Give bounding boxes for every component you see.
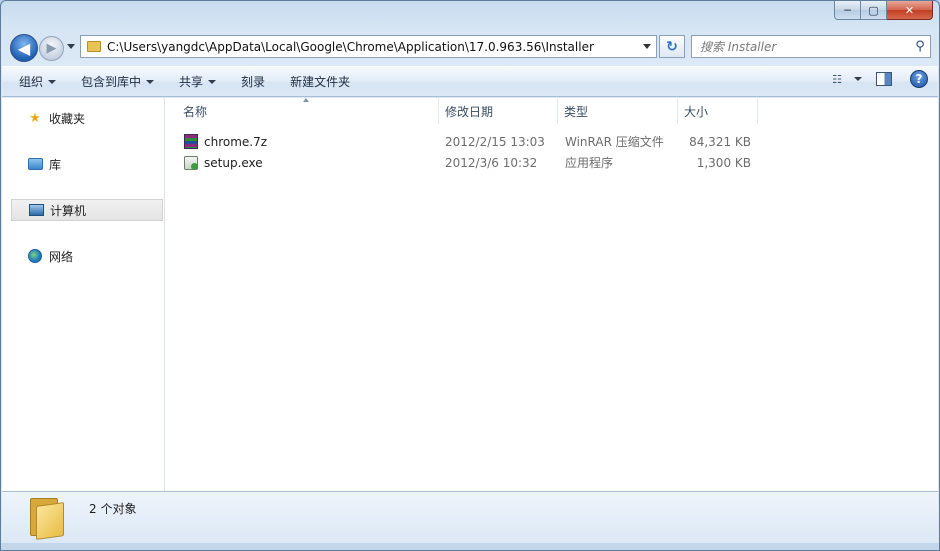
sidebar-item-label: 计算机 — [50, 203, 87, 218]
column-name-label: 名称 — [183, 104, 208, 119]
search-icon[interactable]: ⚲ — [910, 36, 930, 57]
file-size: 84,321 KB — [689, 134, 751, 149]
computer-icon — [28, 202, 44, 218]
column-date-label: 修改日期 — [445, 104, 494, 119]
sort-ascending-icon — [303, 98, 309, 102]
chevron-down-icon — [48, 79, 57, 84]
column-type-label: 类型 — [564, 104, 589, 119]
back-button[interactable]: ◀ — [10, 34, 38, 62]
sidebar-item-network[interactable]: 网络 — [11, 245, 163, 267]
explorer-window: ─ ▢ ✕ ◀ ▶ C:\Users\yangdc\AppData\Local\… — [0, 0, 940, 551]
folder-icon — [28, 498, 64, 540]
sidebar-item-label: 网络 — [49, 249, 74, 264]
file-date: 2012/2/15 13:03 — [445, 134, 545, 149]
column-header-name[interactable]: 名称 — [166, 98, 439, 124]
setup-exe-icon — [183, 155, 199, 171]
include-in-library-label: 包含到库中 — [81, 75, 142, 89]
file-type: 应用程序 — [565, 156, 614, 170]
preview-pane-icon[interactable] — [876, 72, 892, 86]
toolbar-right: ☷ ? — [828, 70, 928, 88]
help-icon[interactable]: ? — [910, 70, 928, 88]
column-size-label: 大小 — [684, 104, 709, 119]
file-size: 1,300 KB — [696, 155, 751, 170]
caption-buttons: ─ ▢ ✕ — [834, 1, 933, 21]
search-box[interactable]: ⚲ — [691, 35, 931, 58]
command-toolbar: 组织 包含到库中 共享 刻录 新建文件夹 ☷ ? — [2, 66, 938, 97]
new-folder-label: 新建文件夹 — [290, 75, 351, 89]
file-date: 2012/3/6 10:32 — [445, 155, 538, 170]
network-icon — [27, 248, 43, 264]
sidebar-item-label: 库 — [49, 157, 62, 172]
sidebar-item-favorites[interactable]: ★ 收藏夹 — [11, 107, 163, 129]
address-bar[interactable]: C:\Users\yangdc\AppData\Local\Google\Chr… — [80, 35, 657, 58]
sidebar-item-label: 收藏夹 — [49, 111, 86, 126]
search-input[interactable] — [692, 36, 910, 57]
organize-button[interactable]: 组织 — [11, 70, 64, 94]
file-type: WinRAR 压缩文件 — [565, 135, 664, 149]
sidebar-item-libraries[interactable]: 库 — [11, 153, 163, 175]
file-list: 名称 修改日期 类型 大小 chrome.7z 2012/2/15 13:03 … — [166, 98, 938, 491]
details-pane: 2 个对象 — [2, 491, 938, 543]
main-area: ★ 收藏夹 库 计算机 网络 名称 修改日期 类型 大小 chrome.7z 2… — [2, 98, 938, 491]
organize-label: 组织 — [19, 75, 44, 89]
recent-pages-dropdown[interactable] — [67, 44, 75, 49]
address-path[interactable]: C:\Users\yangdc\AppData\Local\Google\Chr… — [107, 40, 638, 54]
star-icon: ★ — [29, 110, 41, 126]
column-header-size[interactable]: 大小 — [678, 98, 758, 124]
file-name-cell[interactable]: setup.exe — [183, 152, 263, 173]
column-header-date[interactable]: 修改日期 — [439, 98, 558, 124]
window-bottom-edge — [1, 543, 939, 550]
item-count: 2 个对象 — [89, 502, 137, 516]
library-icon — [27, 156, 43, 172]
table-row[interactable]: setup.exe 2012/3/6 10:32 应用程序 1,300 KB — [166, 152, 938, 173]
share-button[interactable]: 共享 — [171, 70, 224, 94]
refresh-button[interactable]: ↻ — [659, 35, 685, 58]
forward-button[interactable]: ▶ — [39, 36, 64, 61]
burn-button[interactable]: 刻录 — [233, 70, 273, 94]
navigation-pane: ★ 收藏夹 库 计算机 网络 — [2, 98, 165, 491]
column-header-type[interactable]: 类型 — [558, 98, 678, 124]
new-folder-button[interactable]: 新建文件夹 — [282, 70, 358, 94]
sidebar-item-computer[interactable]: 计算机 — [11, 199, 163, 221]
folder-icon — [87, 41, 101, 52]
address-row: ◀ ▶ C:\Users\yangdc\AppData\Local\Google… — [1, 32, 939, 62]
burn-label: 刻录 — [241, 75, 266, 89]
table-row[interactable]: chrome.7z 2012/2/15 13:03 WinRAR 压缩文件 84… — [166, 131, 938, 152]
file-name-cell[interactable]: chrome.7z — [183, 131, 267, 152]
file-name: setup.exe — [204, 155, 263, 170]
view-options-dropdown[interactable] — [854, 77, 862, 81]
change-view-icon[interactable]: ☷ — [828, 72, 846, 86]
maximize-button[interactable]: ▢ — [861, 1, 887, 20]
chevron-down-icon — [146, 79, 155, 84]
include-in-library-button[interactable]: 包含到库中 — [73, 70, 162, 94]
share-label: 共享 — [179, 75, 204, 89]
file-name: chrome.7z — [204, 134, 268, 149]
minimize-button[interactable]: ─ — [834, 1, 861, 20]
winrar-archive-icon — [183, 134, 199, 150]
address-dropdown-button[interactable] — [638, 36, 656, 57]
close-button[interactable]: ✕ — [887, 1, 933, 20]
chevron-down-icon — [208, 79, 217, 84]
